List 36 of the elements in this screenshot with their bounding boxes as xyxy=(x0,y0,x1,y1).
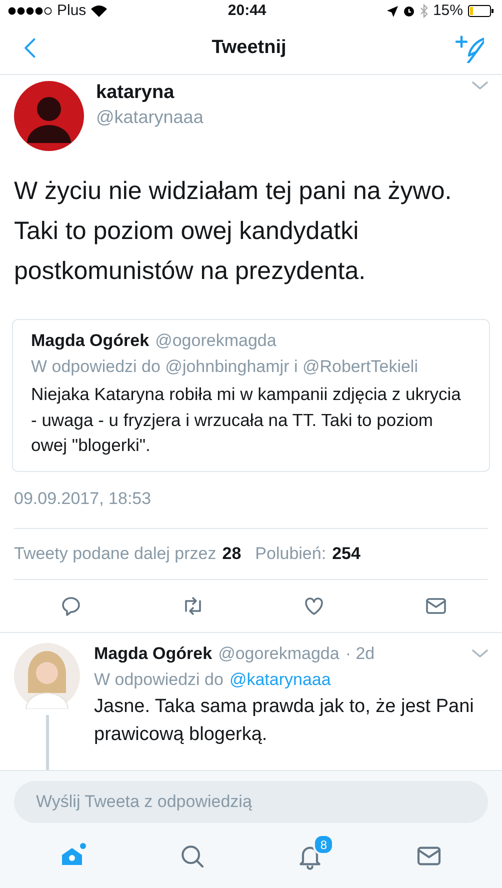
feather-plus-icon xyxy=(454,33,484,63)
reply-context: W odpowiedzi do @johnbinghamjr i @RobertTekieli xyxy=(31,356,419,378)
reply-context: W odpowiedzi do xyxy=(94,668,224,691)
reply-input-field[interactable]: Wyślij Tweeta z odpowiedzią xyxy=(14,781,488,823)
battery-percent: 15% xyxy=(432,1,463,21)
carrier-name: Plus xyxy=(57,1,86,21)
avatar xyxy=(14,642,80,709)
reply-author-name: Magda Ogórek xyxy=(94,642,212,665)
author-name: kataryna xyxy=(96,81,176,105)
notification-badge: 8 xyxy=(313,834,334,855)
signal-icon xyxy=(8,7,52,15)
stat-label: Polubień: xyxy=(255,542,326,565)
quoted-author-name: Magda Ogórek xyxy=(31,330,150,352)
reply-age: · 2d xyxy=(345,642,375,665)
mention-link[interactable]: @katarynaaa xyxy=(229,670,331,690)
stat-count: 28 xyxy=(222,542,242,565)
clock-time: 20:44 xyxy=(228,1,266,21)
reply-author-handle: @ogorekmagda xyxy=(218,642,340,665)
quoted-tweet-text: Niejaka Kataryna robiła mi w kampanii zdjęcia z ukrycia - uwaga - u fryzjera i wrzucała na TT. Taki to poziom owej "blogerki". xyxy=(31,383,462,458)
avatar xyxy=(14,81,84,151)
author-handle: @katarynaaa xyxy=(96,106,204,129)
quoted-tweet-card[interactable]: Magda Ogórek @ogorekmagda W odpowiedzi do @johnbinghamjr i @RobertTekieli Niejaka Kataryna robiła mi w kampanii zdjęcia z ukrycia - uwaga - u fryzjera i wrzucała na TT. Taki to poziom owej "blogerki". xyxy=(12,319,490,472)
stat-label: Tweety podane dalej przez xyxy=(14,542,216,565)
quoted-author-handle: @ogorekmagda xyxy=(155,330,276,352)
bluetooth-icon xyxy=(420,4,428,18)
chevron-down-icon xyxy=(472,81,488,90)
wifi-icon xyxy=(91,5,108,17)
chevron-down-icon xyxy=(472,649,488,658)
reply-text: Jasne. Taka sama prawda jak to, że jest Pani prawicową blogerką. xyxy=(94,694,475,748)
stat-count: 254 xyxy=(332,542,360,565)
tweet-timestamp: 09.09.2017, 18:53 xyxy=(14,488,152,510)
tweet-text: W życiu nie widziałam tej pani na żywo. Taki to poziom owej kandydatki postkomunistów na prezydenta. xyxy=(14,177,452,285)
alarm-icon xyxy=(402,5,415,17)
location-icon xyxy=(386,6,398,16)
window-title: Tweetnij xyxy=(212,36,286,60)
battery-icon xyxy=(468,5,494,17)
